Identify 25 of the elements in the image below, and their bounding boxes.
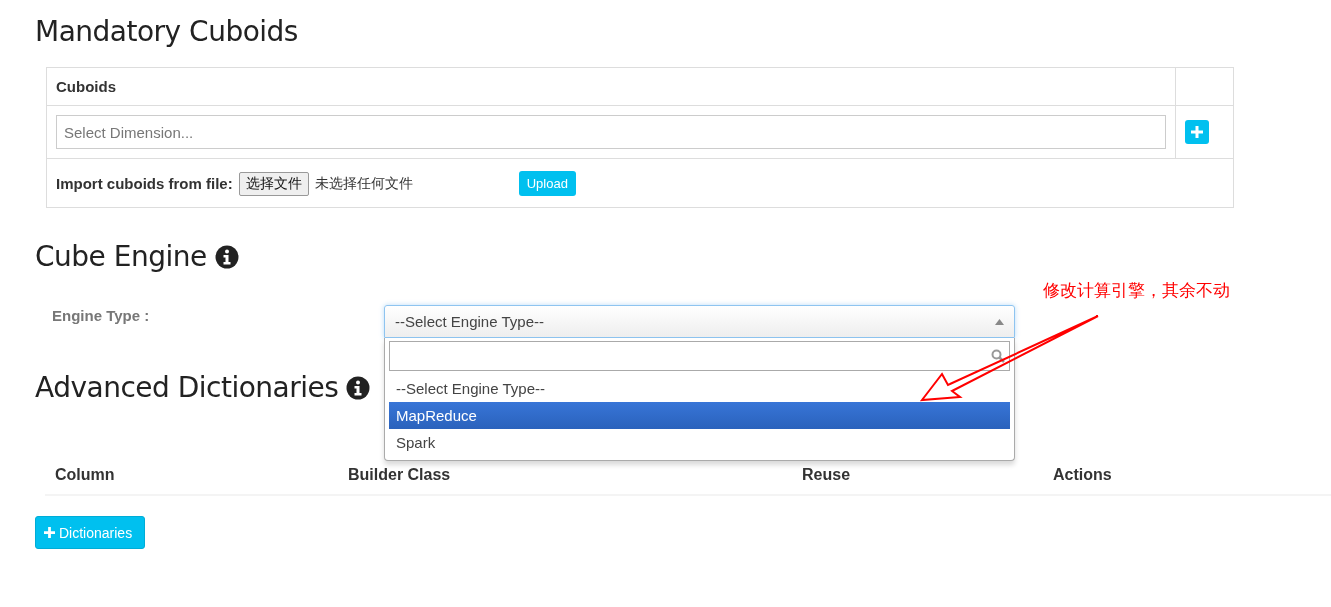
plus-icon	[44, 527, 55, 538]
search-icon	[991, 349, 1005, 363]
dimension-field[interactable]: Select Dimension...	[56, 115, 1166, 149]
choose-file-button[interactable]: 选择文件	[238, 171, 309, 196]
file-status: 未选择任何文件	[314, 174, 413, 193]
info-icon[interactable]	[346, 376, 371, 400]
column-header: Actions	[1053, 466, 1113, 484]
engine-type-select[interactable]: --Select Engine Type--	[384, 305, 1015, 338]
column-header: Cuboids	[56, 78, 116, 95]
section-title: Mandatory Cuboids	[35, 14, 298, 50]
dropdown-option[interactable]: --Select Engine Type--	[389, 375, 1010, 402]
plus-icon	[1191, 126, 1203, 138]
import-label: Import cuboids from file:	[56, 175, 233, 192]
annotation-text: 修改计算引擎，其余不动	[1043, 279, 1230, 302]
search-field[interactable]	[389, 341, 1010, 371]
section-title: Cube Engine	[35, 239, 207, 275]
column-header: Column	[55, 466, 116, 484]
info-icon[interactable]	[214, 245, 239, 269]
dropdown-option[interactable]: Spark	[389, 429, 1010, 456]
column-header: Reuse	[802, 466, 852, 484]
section-title: Advanced Dictionaries	[35, 370, 339, 406]
dropdown-option[interactable]: MapReduce	[389, 402, 1010, 429]
engine-type-label: Engine Type :	[51, 306, 151, 324]
column-header: Builder Class	[348, 466, 452, 484]
caret-icon	[995, 318, 1004, 325]
